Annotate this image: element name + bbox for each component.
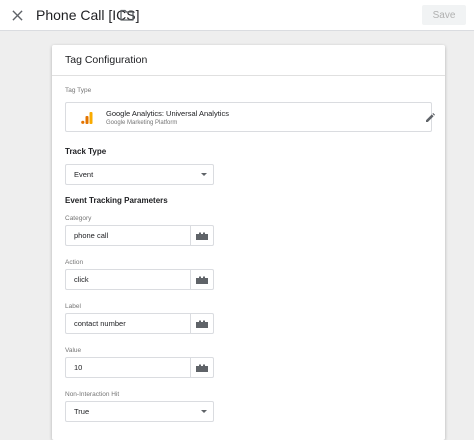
tag-configuration-card: Tag Configuration Tag Type Google Analyt… — [52, 45, 445, 440]
pencil-icon[interactable] — [425, 113, 435, 123]
tag-type-selector[interactable]: Google Analytics: Universal Analytics Go… — [65, 102, 435, 132]
track-type-select[interactable]: Event — [65, 164, 214, 185]
event-params-title: Event Tracking Parameters — [65, 196, 168, 205]
label-label: Label — [65, 303, 81, 310]
chevron-down-icon — [201, 410, 207, 413]
card-title: Tag Configuration — [52, 45, 445, 76]
category-variable-button[interactable] — [190, 225, 214, 246]
folder-icon[interactable] — [120, 9, 134, 21]
tag-type-name: Google Analytics: Universal Analytics — [106, 109, 229, 118]
variable-block-icon — [196, 276, 208, 284]
chevron-down-icon — [201, 173, 207, 176]
category-label: Category — [65, 215, 92, 222]
value-variable-button[interactable] — [190, 357, 214, 378]
non-interaction-value: True — [74, 407, 90, 416]
track-type-title: Track Type — [65, 147, 107, 156]
action-variable-button[interactable] — [190, 269, 214, 290]
non-interaction-label: Non-Interaction Hit — [65, 391, 120, 398]
label-input[interactable]: contact number — [65, 313, 191, 334]
close-button[interactable] — [6, 5, 28, 25]
variable-block-icon — [196, 320, 208, 328]
top-bar: Phone Call [ICS] Save — [0, 0, 474, 31]
tag-type-label: Tag Type — [65, 87, 92, 94]
track-type-value: Event — [74, 170, 94, 179]
variable-block-icon — [196, 232, 208, 240]
action-label: Action — [65, 259, 84, 266]
variable-block-icon — [196, 364, 208, 372]
save-button[interactable]: Save — [422, 5, 466, 25]
google-analytics-icon — [81, 112, 93, 124]
value-label: Value — [65, 347, 82, 354]
close-icon — [11, 9, 23, 21]
value-input[interactable]: 10 — [65, 357, 191, 378]
non-interaction-select[interactable]: True — [65, 401, 214, 422]
tag-type-provider: Google Marketing Platform — [106, 120, 178, 126]
category-input[interactable]: phone call — [65, 225, 191, 246]
action-input[interactable]: click — [65, 269, 191, 290]
label-variable-button[interactable] — [190, 313, 214, 334]
